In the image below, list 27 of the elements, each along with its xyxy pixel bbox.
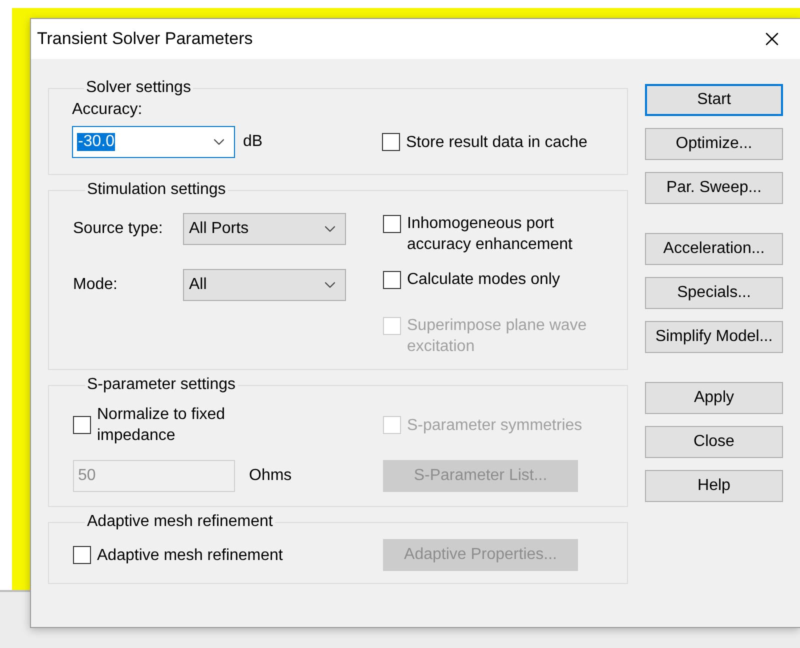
mode-dropdown[interactable]: All (183, 269, 346, 301)
unit-label: Ohms (249, 467, 292, 485)
cache-checkbox[interactable]: Store result data in cache (382, 132, 627, 152)
source-type-dropdown[interactable]: All Ports (183, 213, 346, 245)
dialog-button[interactable]: Acceleration... (645, 233, 783, 265)
modes-checkbox[interactable]: Calculate modes only (383, 269, 627, 290)
dialog-button[interactable]: Start (645, 84, 783, 116)
dialog-button[interactable]: Specials... (645, 277, 783, 309)
dialog-button[interactable]: Apply (645, 382, 783, 414)
window-title: Transient Solver Parameters (37, 29, 253, 49)
field-label: Mode: (73, 276, 118, 294)
group-title: Stimulation settings (86, 181, 227, 199)
dialog-button[interactable]: Close (645, 426, 783, 458)
dialog-button[interactable]: Help (645, 470, 783, 502)
normalize-checkbox[interactable]: Normalize to fixed impedance (73, 404, 383, 446)
accuracy-dropdown[interactable]: -30.0 (72, 126, 235, 158)
group-title: Adaptive mesh refinement (86, 513, 274, 531)
field-label: Accuracy: (72, 101, 142, 118)
dialog-button[interactable]: Simplify Model... (645, 321, 783, 353)
dialog-button[interactable]: Optimize... (645, 128, 783, 160)
enhancement-checkbox[interactable]: Inhomogeneous port accuracy enhancement (383, 213, 627, 255)
group-title: S-parameter settings (86, 376, 237, 394)
group-title: Solver settings (85, 79, 192, 97)
unit-label: dB (243, 133, 263, 151)
field-label: Source type: (73, 220, 164, 238)
refinement-checkbox[interactable]: Adaptive mesh refinement (73, 544, 383, 566)
dialog-button[interactable]: Par. Sweep... (645, 172, 783, 204)
